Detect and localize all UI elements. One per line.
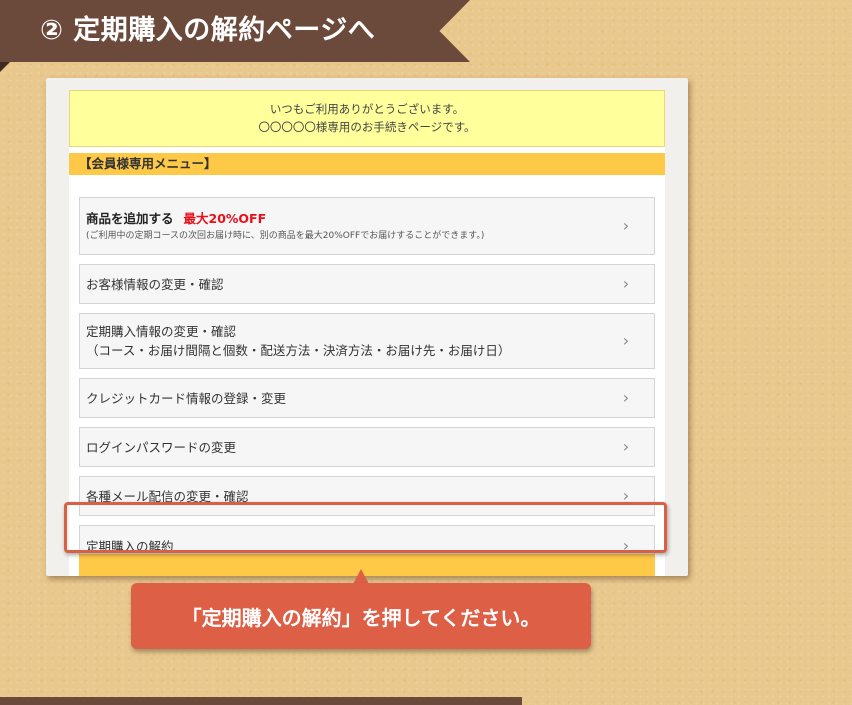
menu-item-credit-card[interactable]: クレジットカード情報の登録・変更 ›	[79, 378, 655, 418]
chevron-right-icon: ›	[622, 274, 630, 293]
greeting-line-2: 〇〇〇〇〇様専用のお手続きページです。	[258, 120, 476, 134]
menu-item-customer-info[interactable]: お客様情報の変更・確認 ›	[79, 264, 655, 304]
menu-item-note: (ご利用中の定期コースの次回お届け時に、別の商品を最大20%OFFでお届けするこ…	[86, 230, 485, 241]
callout-pointer	[353, 569, 369, 584]
menu-item-add-product[interactable]: 商品を追加する 最大20%OFF (ご利用中の定期コースの次回お届け時に、別の商…	[79, 197, 655, 255]
cancel-highlight-frame	[64, 502, 667, 553]
chevron-right-icon: ›	[622, 437, 630, 456]
member-menu-header: 【会員様専用メニュー】	[69, 153, 665, 175]
chevron-right-icon: ›	[622, 388, 630, 407]
callout-text: 「定期購入の解約」を押してください。	[181, 605, 541, 630]
bottom-divider	[0, 697, 522, 705]
discount-badge: 最大20%OFF	[183, 210, 267, 226]
menu-item-label: 商品を追加する	[86, 210, 174, 226]
menu-item-label: ログインパスワードの変更	[86, 439, 237, 455]
ribbon-fold	[0, 62, 10, 72]
greeting-banner: いつもご利用ありがとうございます。 〇〇〇〇〇様専用のお手続きページです。	[69, 90, 665, 147]
chevron-right-icon: ›	[622, 331, 630, 350]
chevron-right-icon: ›	[622, 216, 630, 235]
menu-item-label: クレジットカード情報の登録・変更	[86, 390, 287, 406]
menu-item-login-password[interactable]: ログインパスワードの変更 ›	[79, 427, 655, 467]
page-title: ② 定期購入の解約ページへ	[40, 15, 376, 46]
instruction-callout: 「定期購入の解約」を押してください。	[131, 583, 591, 649]
menu-item-label: お客様情報の変更・確認	[86, 276, 224, 292]
menu-item-subscription-info[interactable]: 定期購入情報の変更・確認 （コース・お届け間隔と個数・配送方法・決済方法・お届け…	[79, 313, 655, 369]
greeting-line-1: いつもご利用ありがとうございます。	[269, 102, 465, 116]
menu-item-sub: （コース・お届け間隔と個数・配送方法・決済方法・お届け先・お届け日）	[86, 343, 511, 358]
menu-item-label: 定期購入情報の変更・確認	[86, 324, 237, 339]
